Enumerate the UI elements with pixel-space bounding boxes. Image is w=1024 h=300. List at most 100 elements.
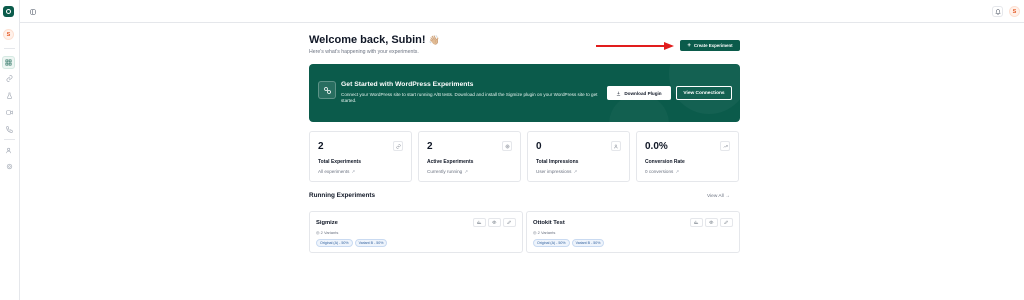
stat-link-text: User impressions bbox=[536, 169, 572, 174]
edit-button[interactable] bbox=[720, 218, 733, 227]
variant-tag: Variant B - 50% bbox=[354, 239, 388, 247]
download-icon bbox=[617, 91, 621, 96]
stat-label: Total Experiments bbox=[318, 159, 361, 165]
stat-label: Total Impressions bbox=[536, 159, 579, 165]
analytics-button[interactable] bbox=[690, 218, 703, 227]
experiment-actions bbox=[690, 218, 733, 227]
arrow-right-icon: → bbox=[725, 194, 730, 199]
stat-link-all-experiments[interactable]: All experiments ↗ bbox=[318, 169, 355, 175]
variants-count: 2 Variants bbox=[537, 230, 556, 235]
stat-card-active-experiments: 2 Active Experiments Currently running ↗ bbox=[418, 131, 521, 182]
banner-description: Connect your WordPress site to start run… bbox=[341, 92, 598, 103]
experiment-name: Ottokit Test bbox=[533, 220, 565, 226]
stat-link-text: All experiments bbox=[318, 169, 350, 174]
page-subtitle: Here's what's happening with your experi… bbox=[309, 49, 419, 55]
create-experiment-label: Create Experiment bbox=[693, 43, 733, 48]
arrow-up-right-icon: ↗ bbox=[351, 169, 356, 174]
stat-label: Conversion Rate bbox=[645, 159, 685, 165]
top-bar: S bbox=[20, 0, 1024, 23]
download-plugin-label: Download Plugin bbox=[624, 90, 662, 96]
stat-card-conversion-rate: 0.0% Conversion Rate 0 conversions ↗ bbox=[636, 131, 739, 182]
variant-tags: Original (A) - 50% Variant B - 50% bbox=[533, 239, 605, 247]
variant-tags: Original (A) - 50% Variant B - 50% bbox=[316, 239, 388, 247]
plus-icon: + bbox=[687, 42, 691, 49]
page-title: Welcome back, Subin! 👋🏼 bbox=[309, 34, 440, 46]
experiment-card-ottokit-test[interactable]: Ottokit Test ◎ 2 Variants Original (A) -… bbox=[526, 211, 740, 253]
sidebar-item-tests[interactable] bbox=[4, 90, 14, 100]
eye-icon bbox=[709, 220, 714, 225]
variant-tag: Original (A) - 50% bbox=[316, 239, 353, 247]
sidebar-item-dashboard[interactable] bbox=[2, 56, 15, 69]
view-connections-button[interactable]: View Connections bbox=[676, 86, 732, 100]
sidebar-item-video[interactable] bbox=[4, 107, 14, 117]
gear-icon bbox=[6, 163, 12, 169]
view-connections-label: View Connections bbox=[683, 90, 725, 96]
phone-icon bbox=[5, 125, 13, 133]
stat-link-user-impressions[interactable]: User impressions ↗ bbox=[536, 169, 577, 175]
edit-button[interactable] bbox=[503, 218, 516, 227]
stat-link-text: Currently running bbox=[427, 169, 463, 174]
link-icon bbox=[6, 74, 12, 82]
video-icon bbox=[5, 109, 13, 115]
stat-card-total-impressions: 0 Total Impressions User impressions ↗ bbox=[527, 131, 630, 182]
preview-button[interactable] bbox=[705, 218, 718, 227]
arrow-up-right-icon: ↗ bbox=[573, 169, 578, 174]
stat-link-conversions[interactable]: 0 conversions ↗ bbox=[645, 169, 679, 175]
target-icon bbox=[502, 141, 512, 151]
experiment-variants: ◎ 2 Variants bbox=[316, 230, 338, 235]
wave-emoji: 👋🏼 bbox=[428, 35, 440, 45]
users-icon bbox=[611, 141, 621, 151]
sidebar-divider bbox=[4, 139, 15, 140]
variants-count: 2 Variants bbox=[320, 230, 339, 235]
sidebar-item-links[interactable] bbox=[4, 73, 14, 83]
bell-icon bbox=[994, 8, 1001, 15]
trend-up-icon bbox=[720, 141, 730, 151]
preview-button[interactable] bbox=[488, 218, 501, 227]
banner-title: Get Started with WordPress Experiments bbox=[341, 81, 474, 88]
user-avatar[interactable]: S bbox=[1009, 6, 1020, 17]
stat-value: 0 bbox=[536, 141, 542, 152]
sidebar-item-users[interactable] bbox=[4, 145, 14, 155]
welcome-text: Welcome back, Subin! bbox=[309, 34, 426, 46]
grid-icon bbox=[5, 59, 12, 66]
stat-label: Active Experiments bbox=[427, 159, 474, 165]
logo-icon[interactable] bbox=[3, 6, 14, 17]
stat-link-text: 0 conversions bbox=[645, 169, 674, 174]
view-all-label: View All bbox=[707, 194, 724, 199]
experiment-name: Sigmize bbox=[316, 220, 338, 226]
experiment-card-sigmize[interactable]: Sigmize ◎ 2 Variants Original (A) - 50% … bbox=[309, 211, 523, 253]
sidebar: S bbox=[0, 0, 20, 300]
edit-icon bbox=[724, 220, 729, 225]
users-icon bbox=[5, 147, 11, 153]
analytics-button[interactable] bbox=[473, 218, 486, 227]
wordpress-connect-icon bbox=[318, 81, 336, 99]
sidebar-toggle-icon bbox=[30, 9, 35, 14]
arrow-up-right-icon: ↗ bbox=[464, 169, 469, 174]
download-plugin-button[interactable]: Download Plugin bbox=[607, 86, 671, 100]
create-experiment-button[interactable]: + Create Experiment bbox=[680, 40, 740, 51]
edit-icon bbox=[507, 220, 512, 225]
eye-icon bbox=[492, 220, 497, 225]
view-all-link[interactable]: View All → bbox=[707, 194, 730, 199]
stat-value: 2 bbox=[427, 141, 433, 152]
sidebar-item-calls[interactable] bbox=[4, 124, 14, 134]
stat-value: 0.0% bbox=[645, 141, 668, 152]
notifications-button[interactable] bbox=[992, 6, 1003, 17]
experiment-variants: ◎ 2 Variants bbox=[533, 230, 555, 235]
arrow-up-right-icon: ↗ bbox=[675, 169, 680, 174]
stat-link-currently-running[interactable]: Currently running ↗ bbox=[427, 169, 468, 175]
flask-icon bbox=[6, 92, 12, 99]
bar-chart-icon bbox=[694, 221, 699, 225]
sidebar-item-settings[interactable] bbox=[4, 161, 14, 171]
sidebar-divider bbox=[4, 48, 15, 49]
workspace-avatar[interactable]: S bbox=[3, 29, 14, 40]
running-experiments-title: Running Experiments bbox=[309, 192, 376, 199]
stat-card-total-experiments: 2 Total Experiments All experiments ↗ bbox=[309, 131, 412, 182]
variant-tag: Original (A) - 50% bbox=[533, 239, 570, 247]
experiment-actions bbox=[473, 218, 516, 227]
sidebar-toggle-button[interactable] bbox=[28, 7, 37, 16]
variant-tag: Variant B - 50% bbox=[571, 239, 605, 247]
link-icon bbox=[393, 141, 403, 151]
bar-chart-icon bbox=[477, 221, 482, 225]
stat-value: 2 bbox=[318, 141, 324, 152]
